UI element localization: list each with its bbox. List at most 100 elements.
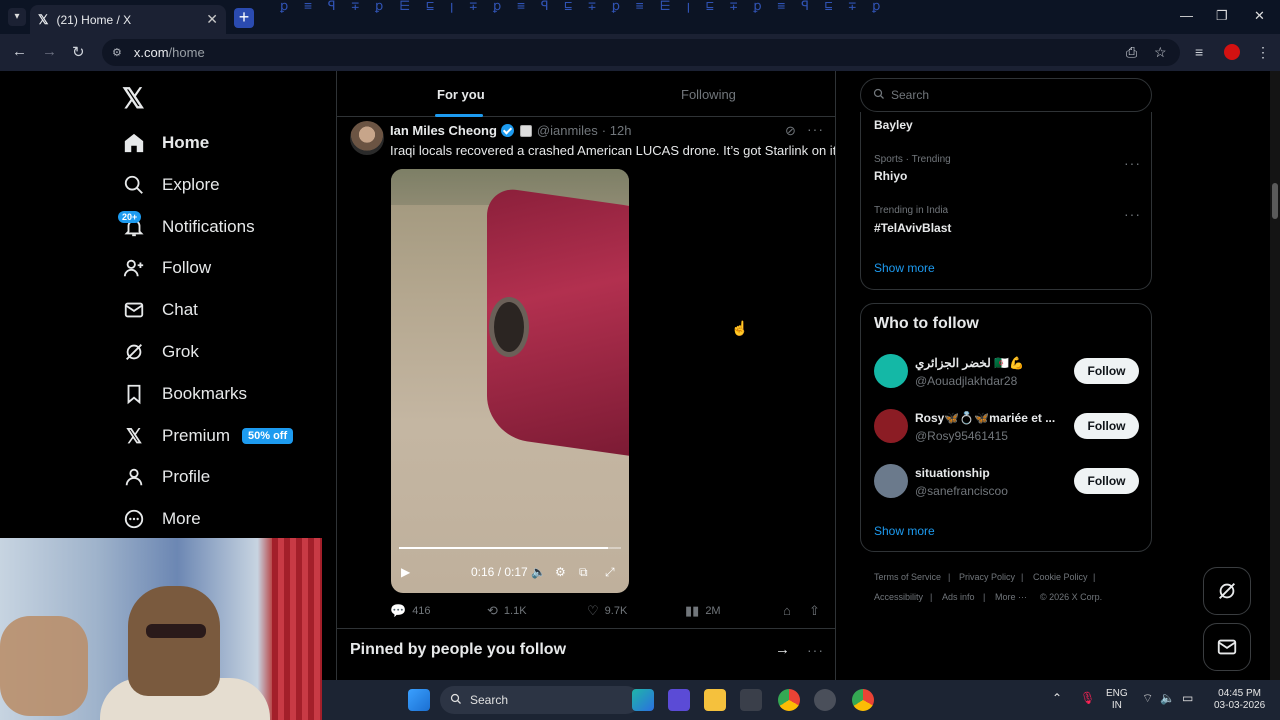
pinned-more-icon[interactable]: ··· xyxy=(807,642,824,658)
install-app-icon[interactable]: ⎙ xyxy=(1126,44,1137,61)
site-info-icon[interactable]: ⚙ xyxy=(112,46,122,59)
video-settings-icon[interactable]: ⚙ xyxy=(555,565,566,579)
play-icon[interactable]: ▶ xyxy=(401,565,410,579)
battery-icon[interactable]: ▭ xyxy=(1182,692,1193,704)
taskbar-search[interactable]: Search xyxy=(440,686,640,714)
close-window-icon[interactable]: ✕ xyxy=(1254,8,1265,24)
back-icon[interactable]: ← xyxy=(12,43,27,60)
bookmark-tweet-icon[interactable]: ⌂ xyxy=(783,603,797,618)
nav-more[interactable]: More xyxy=(122,504,201,534)
nav-bookmarks[interactable]: Bookmarks xyxy=(122,379,247,409)
tab-following[interactable]: Following xyxy=(681,87,736,102)
account-name[interactable]: Rosy🦋💍🦋mariée et ... xyxy=(915,411,1055,425)
fullscreen-icon[interactable]: ⤢ xyxy=(605,565,615,580)
scrollbar-thumb[interactable] xyxy=(1272,183,1278,219)
tweet-video[interactable]: ▶ 0:16 / 0:17 🔈 ⚙ ⧉ ⤢ xyxy=(391,169,629,593)
new-tab-button[interactable]: + xyxy=(234,8,254,28)
account-name[interactable]: لخضر الجزائري 🇩🇿💪 xyxy=(915,356,1024,370)
file-explorer-icon[interactable] xyxy=(704,689,726,711)
messages-fab-button[interactable] xyxy=(1203,623,1251,671)
terminal-icon[interactable] xyxy=(740,689,762,711)
restore-icon[interactable]: ❐ xyxy=(1216,8,1228,24)
arrow-right-icon[interactable]: → xyxy=(775,641,790,658)
nav-grok[interactable]: Grok xyxy=(122,337,199,367)
browser-menu-icon[interactable]: ⋮ xyxy=(1256,44,1270,61)
trend-more-icon[interactable]: ··· xyxy=(1124,155,1141,171)
clock[interactable]: 04:45 PM 03-03-2026 xyxy=(1214,688,1265,712)
x-logo[interactable]: 𝕏 xyxy=(122,82,145,115)
trend-more-icon[interactable]: ··· xyxy=(1124,206,1141,222)
nav-explore[interactable]: Explore xyxy=(122,170,220,200)
footer-privacy[interactable]: Privacy Policy xyxy=(959,572,1015,582)
nav-label: Premium xyxy=(162,426,231,445)
media-control-icon[interactable]: ≡ xyxy=(1195,44,1203,60)
follow-button[interactable]: Follow xyxy=(1074,358,1139,384)
chrome-active-icon[interactable] xyxy=(852,689,874,711)
microphone-icon[interactable]: 🎙 xyxy=(1080,692,1095,704)
page-scrollbar[interactable] xyxy=(1270,71,1280,680)
account-name[interactable]: situationship xyxy=(915,466,990,480)
language-indicator[interactable]: ENG IN xyxy=(1106,688,1128,712)
app-icon[interactable] xyxy=(668,689,690,711)
volume-icon[interactable]: 🔈 xyxy=(531,565,546,579)
follow-button[interactable]: Follow xyxy=(1074,413,1139,439)
nav-chat[interactable]: Chat xyxy=(122,295,198,325)
views-button[interactable]: ▮▮ 2M xyxy=(685,603,721,619)
picture-in-picture-icon[interactable]: ⧉ xyxy=(579,565,588,580)
x-icon: 𝕏 xyxy=(125,425,143,448)
nav-premium[interactable]: 𝕏 Premium 50% off xyxy=(122,421,294,451)
grok-explain-icon[interactable]: ⊘ xyxy=(785,123,796,139)
reload-icon[interactable]: ↻ xyxy=(72,43,85,61)
avatar[interactable] xyxy=(874,464,908,498)
minimize-icon[interactable]: — xyxy=(1180,8,1193,23)
tweet-author-avatar[interactable] xyxy=(350,121,384,155)
tab-search-dropdown[interactable]: ▾ xyxy=(8,8,26,26)
footer-terms[interactable]: Terms of Service xyxy=(874,572,941,582)
nav-follow[interactable]: Follow xyxy=(122,253,211,283)
trend-name[interactable]: Rhiyo xyxy=(874,169,907,183)
nav-profile[interactable]: Profile xyxy=(122,462,210,492)
search-icon xyxy=(450,693,462,708)
edge-icon[interactable] xyxy=(632,689,654,711)
nav-home[interactable]: Home xyxy=(122,128,209,158)
follow-button[interactable]: Follow xyxy=(1074,468,1139,494)
tray-overflow-icon[interactable]: ⌃ xyxy=(1052,692,1062,704)
reply-button[interactable]: 💬 416 xyxy=(390,603,431,619)
tab-x-home[interactable]: 𝕏 (21) Home / X ✕ xyxy=(30,5,226,34)
share-icon[interactable]: ⇧ xyxy=(809,603,826,619)
speaker-icon[interactable]: 🔈 xyxy=(1160,692,1175,704)
video-time: 0:16 / 0:17 xyxy=(471,565,528,579)
settings-icon[interactable] xyxy=(814,689,836,711)
grok-fab-button[interactable] xyxy=(1203,567,1251,615)
tab-close-icon[interactable]: ✕ xyxy=(206,11,218,28)
tab-for-you[interactable]: For you xyxy=(437,87,485,102)
bookmark-star-icon[interactable]: ☆ xyxy=(1154,44,1167,61)
video-progress-bar[interactable] xyxy=(399,547,621,549)
chrome-icon[interactable] xyxy=(778,689,800,711)
nav-label: Profile xyxy=(162,467,211,486)
avatar[interactable] xyxy=(874,354,908,388)
footer-more[interactable]: More ··· xyxy=(995,592,1027,602)
profile-avatar[interactable] xyxy=(1224,44,1240,60)
tweet-author-name[interactable]: Ian Miles Cheong xyxy=(390,123,497,138)
windows-start-icon[interactable] xyxy=(408,689,430,711)
footer-ads-info[interactable]: Ads info xyxy=(942,592,975,602)
forward-icon[interactable]: → xyxy=(42,43,57,60)
address-bar[interactable]: ⚙ x.com/home xyxy=(102,39,1180,66)
footer-cookie[interactable]: Cookie Policy xyxy=(1033,572,1088,582)
trend-name[interactable]: Bayley xyxy=(874,118,913,132)
tweet-time[interactable]: · 12h xyxy=(602,123,632,138)
who-to-follow-show-more[interactable]: Show more xyxy=(874,524,935,538)
wifi-icon[interactable]: ⌔ xyxy=(1142,692,1153,704)
footer-accessibility[interactable]: Accessibility xyxy=(874,592,923,602)
tweet-more-icon[interactable]: ··· xyxy=(807,121,824,137)
repost-button[interactable]: ⟲ 1.1K xyxy=(487,603,527,619)
like-button[interactable]: ♡ 9.7K xyxy=(587,603,627,619)
trend-name[interactable]: #TelAvivBlast xyxy=(874,221,951,235)
profile-icon xyxy=(122,465,146,489)
tweet-author-handle[interactable]: @ianmiles xyxy=(537,123,598,138)
nav-notifications[interactable]: Notifications xyxy=(122,212,255,242)
avatar[interactable] xyxy=(874,409,908,443)
trends-show-more[interactable]: Show more xyxy=(874,261,935,275)
search-input[interactable]: Search xyxy=(860,78,1152,112)
